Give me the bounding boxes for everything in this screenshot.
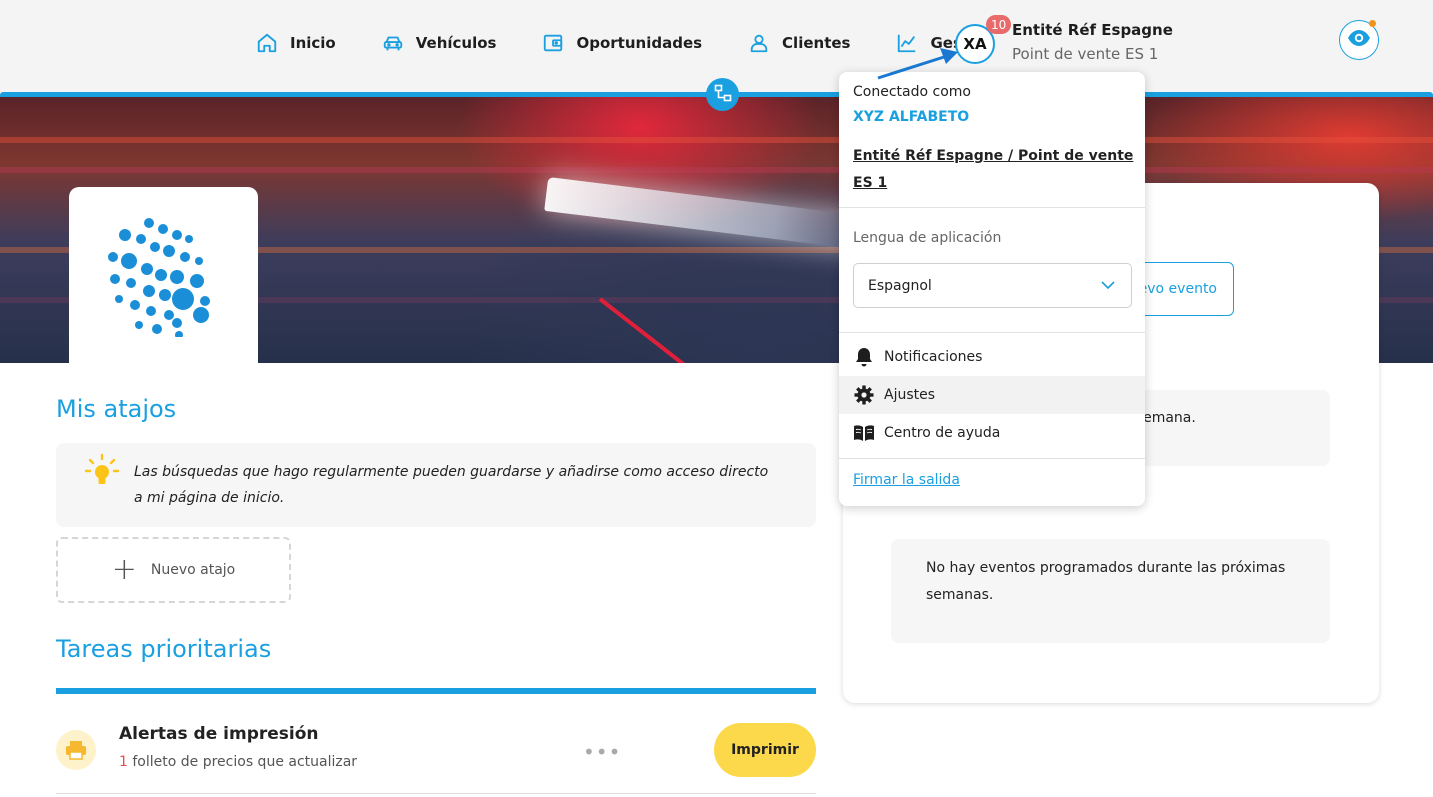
divider — [839, 332, 1145, 333]
menu-item-help-center[interactable]: Centro de ayuda — [839, 414, 1145, 452]
chart-line-icon — [896, 32, 918, 54]
nav-item-vehiculos[interactable]: Vehículos — [382, 32, 497, 54]
shortcuts-tip-box: Las búsquedas que hago regularmente pued… — [56, 443, 816, 527]
bell-icon — [853, 346, 875, 368]
task-subtitle: 1 folleto de precios que actualizar — [119, 754, 357, 770]
car-headlight — [544, 177, 876, 251]
nav-label: Oportunidades — [576, 34, 703, 52]
task-subtitle-text: folleto de precios que actualizar — [127, 754, 358, 770]
logout-link[interactable]: Firmar la salida — [853, 472, 960, 488]
print-button[interactable]: Imprimir — [714, 723, 816, 777]
no-events-box: No hay eventos programados durante las p… — [891, 539, 1330, 643]
menu-item-notifications[interactable]: Notificaciones — [839, 338, 1145, 376]
table-row: Alertas de impresión 1 folleto de precio… — [56, 694, 816, 794]
language-label: Lengua de aplicación — [853, 230, 1002, 246]
notification-dot — [1369, 20, 1376, 27]
car-accent-line — [598, 297, 775, 363]
new-shortcut-label: Nuevo atajo — [150, 562, 236, 578]
notification-badge: 10 — [986, 15, 1012, 34]
menu-item-label: Notificaciones — [884, 349, 983, 365]
language-value: Espagnol — [868, 277, 932, 294]
wallet-icon — [542, 32, 564, 54]
home-icon — [256, 32, 278, 54]
menu-item-settings[interactable]: Ajustes — [839, 376, 1145, 414]
task-title: Alertas de impresión — [119, 724, 319, 744]
car-icon — [382, 32, 404, 54]
chevron-down-icon — [1101, 278, 1115, 294]
network-icon — [714, 84, 732, 106]
nav-label: Clientes — [782, 34, 851, 52]
user-menu-dropdown: Conectado como XYZ ALFABETO Entité Réf E… — [839, 72, 1145, 506]
plus-icon: + — [111, 552, 137, 587]
lightbulb-icon — [84, 453, 120, 493]
entity-link[interactable]: Entité Réf Espagne / Point de vente ES 1 — [853, 143, 1138, 197]
brand-logo-icon — [108, 218, 210, 337]
no-events-text: No hay eventos programados durante las p… — [926, 560, 1286, 603]
shortcuts-title: Mis atajos — [56, 395, 177, 423]
menu-item-label: Ajustes — [884, 387, 936, 403]
user-icon — [748, 32, 770, 54]
new-shortcut-button[interactable]: + Nuevo atajo — [56, 537, 291, 603]
main-nav: Inicio Vehículos Oportunidades Clientes … — [256, 32, 995, 54]
divider — [839, 207, 1145, 208]
priority-tasks-title: Tareas prioritarias — [56, 635, 272, 663]
nav-label: Vehículos — [415, 34, 497, 52]
nav-item-clientes[interactable]: Clientes — [748, 32, 850, 54]
connected-as-label: Conectado como — [853, 84, 971, 100]
nav-label: Inicio — [290, 34, 336, 52]
printer-icon — [56, 730, 96, 770]
connected-user-name: XYZ ALFABETO — [853, 109, 970, 125]
network-button[interactable] — [706, 78, 739, 111]
user-entity-name[interactable]: Entité Réf Espagne — [1012, 21, 1173, 39]
divider — [839, 458, 1145, 459]
brand-logo-card — [69, 187, 258, 367]
shortcuts-tip-text: Las búsquedas que hago regularmente pued… — [134, 464, 769, 506]
more-options-icon[interactable]: ••• — [583, 740, 621, 764]
menu-item-label: Centro de ayuda — [884, 425, 1001, 441]
task-count: 1 — [119, 754, 128, 770]
language-select[interactable]: Espagnol — [853, 263, 1132, 308]
nav-item-oportunidades[interactable]: Oportunidades — [542, 32, 702, 54]
gear-icon — [853, 384, 875, 406]
book-icon — [853, 422, 875, 444]
user-point-of-sale[interactable]: Point de vente ES 1 — [1012, 45, 1158, 63]
eye-icon — [1347, 29, 1371, 51]
nav-item-inicio[interactable]: Inicio — [256, 32, 336, 54]
